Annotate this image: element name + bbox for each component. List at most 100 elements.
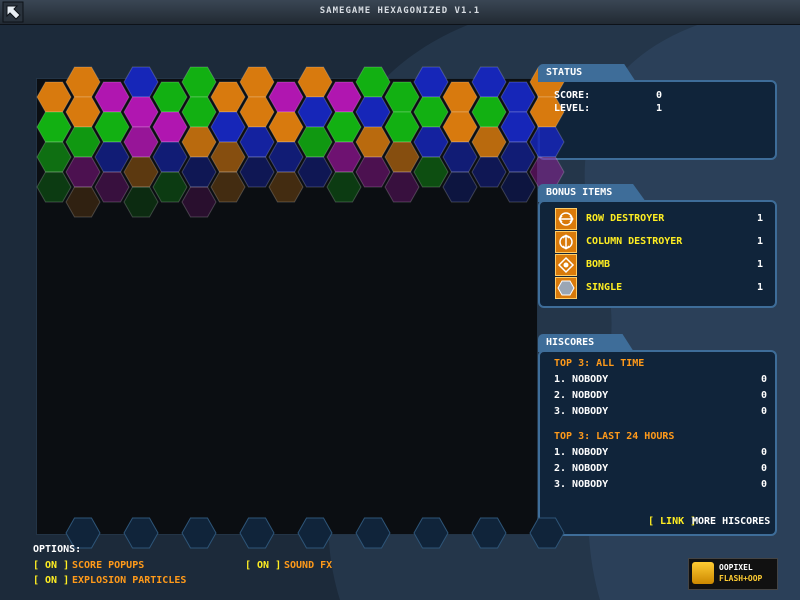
- hex-tile-green[interactable]: [152, 171, 188, 203]
- hex-tile-green[interactable]: [326, 111, 362, 143]
- hex-tile-blue[interactable]: [500, 171, 536, 203]
- hex-tile-green[interactable]: [413, 156, 449, 188]
- hex-tile-green[interactable]: [94, 111, 130, 143]
- hex-tile-magenta[interactable]: [94, 171, 130, 203]
- hex-tile-orange[interactable]: [384, 141, 420, 173]
- hex-tile-green[interactable]: [326, 171, 362, 203]
- bonus-item-label[interactable]: ROW DESTROYER: [586, 213, 664, 224]
- bonus-item-label[interactable]: SINGLE: [586, 282, 622, 293]
- hex-tile-magenta[interactable]: [181, 186, 217, 218]
- explosion-particles-toggle[interactable]: [ ON ]: [33, 575, 69, 586]
- hex-tile-orange[interactable]: [210, 81, 246, 113]
- hex-tile-green[interactable]: [36, 171, 72, 203]
- score-popups-toggle[interactable]: [ ON ]: [33, 560, 69, 571]
- hex-tile-orange[interactable]: [210, 141, 246, 173]
- column-destroyer-icon[interactable]: [555, 231, 577, 253]
- hex-tile-orange[interactable]: [123, 156, 159, 188]
- hex-tile-blue[interactable]: [413, 126, 449, 158]
- board-edge-hex: [297, 517, 333, 549]
- hex-tile-magenta[interactable]: [65, 156, 101, 188]
- hiscore-score: 0: [761, 374, 768, 385]
- hiscore-name: 1. NOBODY: [554, 374, 609, 385]
- hiscore-name: 2. NOBODY: [554, 463, 609, 474]
- hiscore-name: 2. NOBODY: [554, 390, 609, 401]
- hex-tile-orange[interactable]: [36, 81, 72, 113]
- hex-tile-green[interactable]: [152, 81, 188, 113]
- hex-tile-green[interactable]: [181, 66, 217, 98]
- hex-tile-magenta[interactable]: [94, 81, 130, 113]
- hex-tile-green[interactable]: [123, 186, 159, 218]
- hex-tile-orange[interactable]: [268, 171, 304, 203]
- more-hiscores-link[interactable]: [ LINK ]: [648, 516, 696, 527]
- hex-tile-green[interactable]: [65, 126, 101, 158]
- hex-tile-orange[interactable]: [268, 111, 304, 143]
- hex-tile-orange[interactable]: [355, 126, 391, 158]
- hex-tile-blue[interactable]: [268, 141, 304, 173]
- board-edge-hex: [529, 517, 565, 549]
- hex-tile-orange[interactable]: [442, 81, 478, 113]
- hex-tile-blue[interactable]: [500, 141, 536, 173]
- hex-tile-blue[interactable]: [239, 126, 275, 158]
- sound-fx-toggle[interactable]: [ ON ]: [245, 560, 281, 571]
- hex-tile-blue[interactable]: [355, 96, 391, 128]
- hex-tile-magenta[interactable]: [123, 96, 159, 128]
- hex-tile-blue[interactable]: [152, 141, 188, 173]
- row-destroyer-icon[interactable]: [555, 208, 577, 230]
- hex-tile-orange[interactable]: [181, 126, 217, 158]
- hex-tile-magenta[interactable]: [123, 126, 159, 158]
- hex-tile-blue[interactable]: [413, 66, 449, 98]
- hex-tile-orange[interactable]: [65, 186, 101, 218]
- hex-tile-orange[interactable]: [471, 126, 507, 158]
- bonus-item-label[interactable]: BOMB: [586, 259, 610, 270]
- oopixel-logo[interactable]: OOPIXEL FLASH+OOP: [688, 558, 778, 590]
- hex-tile-magenta[interactable]: [355, 156, 391, 188]
- hex-tile-blue[interactable]: [210, 111, 246, 143]
- hiscores-tab: HISCORES: [538, 334, 634, 352]
- score-label: SCORE:: [554, 90, 591, 101]
- hex-tile-magenta[interactable]: [384, 171, 420, 203]
- hex-tile-orange[interactable]: [239, 66, 275, 98]
- hex-tile-green[interactable]: [471, 96, 507, 128]
- hex-tile-magenta[interactable]: [326, 81, 362, 113]
- bonus-item-label[interactable]: COLUMN DESTROYER: [586, 236, 682, 247]
- hex-tile-blue[interactable]: [181, 156, 217, 188]
- hiscore-score: 0: [761, 447, 768, 458]
- hex-tile-orange[interactable]: [297, 66, 333, 98]
- hex-tile-blue[interactable]: [471, 156, 507, 188]
- hex-tile-green[interactable]: [36, 141, 72, 173]
- hex-tile-orange[interactable]: [239, 96, 275, 128]
- hex-tile-blue[interactable]: [471, 66, 507, 98]
- hex-tile-orange[interactable]: [442, 111, 478, 143]
- hex-tile-blue[interactable]: [297, 156, 333, 188]
- hex-tile-green[interactable]: [181, 96, 217, 128]
- hex-tile-green[interactable]: [384, 111, 420, 143]
- hex-tile-magenta[interactable]: [268, 81, 304, 113]
- hex-tile-blue[interactable]: [529, 126, 565, 158]
- hex-tile-orange[interactable]: [65, 96, 101, 128]
- hex-tile-blue[interactable]: [500, 111, 536, 143]
- single-icon[interactable]: [555, 277, 577, 299]
- board-edge-hex: [123, 517, 159, 549]
- hex-tile-magenta[interactable]: [529, 156, 565, 188]
- hiscore-score: 0: [761, 463, 768, 474]
- hex-tile-blue[interactable]: [297, 96, 333, 128]
- hex-tile-blue[interactable]: [123, 66, 159, 98]
- hex-tile-orange[interactable]: [65, 66, 101, 98]
- hex-grid[interactable]: [0, 0, 800, 600]
- hex-tile-magenta[interactable]: [152, 111, 188, 143]
- hex-tile-blue[interactable]: [442, 171, 478, 203]
- hex-tile-green[interactable]: [413, 96, 449, 128]
- hex-tile-magenta[interactable]: [326, 141, 362, 173]
- bomb-icon[interactable]: [555, 254, 577, 276]
- hiscore-name: 1. NOBODY: [554, 447, 609, 458]
- hex-tile-blue[interactable]: [239, 156, 275, 188]
- hex-tile-green[interactable]: [355, 66, 391, 98]
- hex-tile-green[interactable]: [36, 111, 72, 143]
- hex-tile-blue[interactable]: [94, 141, 130, 173]
- hex-tile-orange[interactable]: [210, 171, 246, 203]
- hex-tile-green[interactable]: [384, 81, 420, 113]
- hex-tile-blue[interactable]: [500, 81, 536, 113]
- board-edge-hex: [471, 517, 507, 549]
- hex-tile-blue[interactable]: [442, 141, 478, 173]
- hex-tile-green[interactable]: [297, 126, 333, 158]
